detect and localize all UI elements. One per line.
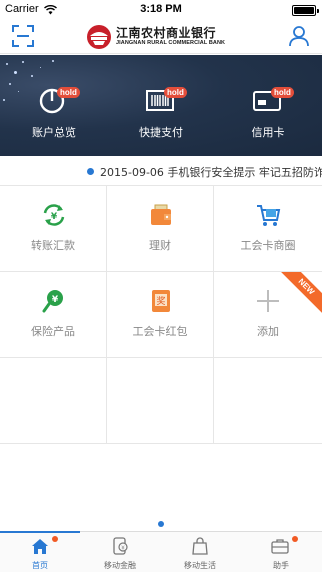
mobile-finance-icon: ¥ <box>113 537 128 555</box>
home-icon <box>32 539 48 554</box>
notice-bullet-icon <box>87 168 94 175</box>
page-indicator-dot[interactable] <box>158 521 164 527</box>
tab-label: 移动生活 <box>184 561 216 570</box>
notification-dot <box>292 536 298 542</box>
grid-item-label: 添加 <box>257 325 279 338</box>
svg-text:¥: ¥ <box>121 546 125 552</box>
grid-item-empty <box>0 358 107 444</box>
plus-icon <box>257 290 279 312</box>
banner-item-quick-pay[interactable]: hold 快捷支付 <box>107 55 215 156</box>
transfer-icon: ¥ <box>43 204 65 226</box>
notification-dot <box>52 536 58 542</box>
quick-actions-banner: hold 账户总览 hold 快捷支付 hold 信用卡 <box>0 55 322 156</box>
grid-item-add[interactable]: NEW 添加 <box>214 272 322 358</box>
briefcase-icon <box>271 539 289 554</box>
banner-item-label: 账户总览 <box>32 126 76 139</box>
hold-badge: hold <box>164 87 187 98</box>
svg-text:¥: ¥ <box>52 295 59 305</box>
tab-label: 首页 <box>32 561 48 570</box>
battery-icon <box>292 5 319 16</box>
grid-item-label: 理财 <box>149 239 171 252</box>
notice-text[interactable]: 2015-09-06 手机银行安全提示 牢记五招防诈 <box>100 164 322 180</box>
header-bar: 江南农村商业银行 JIANGNAN RURAL COMMERCIAL BANK <box>0 20 322 54</box>
grid-item-wealth[interactable]: 理财 <box>107 186 214 272</box>
hold-badge: hold <box>271 87 294 98</box>
tab-mobile-finance[interactable]: ¥ 移动金融 <box>80 532 160 572</box>
banner-item-credit-card[interactable]: hold 信用卡 <box>214 55 322 156</box>
tab-label: 移动金融 <box>104 561 136 570</box>
svg-text:¥: ¥ <box>51 212 58 222</box>
grid-item-label: 工会卡商圈 <box>240 239 296 252</box>
function-grid: ¥ 转账汇款 理财 工会卡商圈 ¥ 保险产品 奖 工会卡红包 NEW 添加 <box>0 186 322 531</box>
bank-logo-mark-icon <box>87 25 111 49</box>
banner-item-label: 信用卡 <box>251 126 285 139</box>
insurance-icon: ¥ <box>42 290 63 313</box>
banner-item-account-overview[interactable]: hold 账户总览 <box>0 55 108 156</box>
grid-item-label: 保险产品 <box>31 325 75 338</box>
shopping-bag-icon <box>192 537 208 555</box>
grid-item-label: 转账汇款 <box>31 239 75 252</box>
bank-logo: 江南农村商业银行 JIANGNAN RURAL COMMERCIAL BANK <box>86 24 225 50</box>
grid-item-empty <box>214 358 322 444</box>
grid-item-insurance[interactable]: ¥ 保险产品 <box>0 272 107 358</box>
wallet-icon <box>151 204 171 225</box>
tab-home[interactable]: 首页 <box>0 532 80 572</box>
user-icon[interactable] <box>288 25 310 47</box>
red-envelope-icon: 奖 <box>152 290 170 312</box>
grid-item-transfer[interactable]: ¥ 转账汇款 <box>0 186 107 272</box>
hold-badge: hold <box>57 87 80 98</box>
tab-label: 助手 <box>273 561 289 570</box>
grid-item-union-card-mall[interactable]: 工会卡商圈 <box>214 186 322 272</box>
grid-item-empty <box>107 358 214 444</box>
tab-mobile-life[interactable]: 移动生活 <box>160 532 240 572</box>
tab-bar: 首页 ¥ 移动金融 移动生活 助手 <box>0 531 322 572</box>
status-bar: Carrier 3:18 PM <box>0 0 322 20</box>
banner-item-label: 快捷支付 <box>139 126 183 139</box>
scan-icon[interactable] <box>12 25 34 47</box>
grid-item-label: 工会卡红包 <box>132 325 188 338</box>
tab-assistant[interactable]: 助手 <box>240 532 322 572</box>
grid-item-union-card-red-envelope[interactable]: 奖 工会卡红包 <box>107 272 214 358</box>
new-ribbon: NEW <box>275 272 322 318</box>
shopping-cart-icon <box>257 205 281 226</box>
clock: 3:18 PM <box>140 3 182 15</box>
notice-ticker[interactable]: 2015-09-06 手机银行安全提示 牢记五招防诈 <box>0 156 322 186</box>
svg-text:奖: 奖 <box>156 295 165 307</box>
bank-name-en: JIANGNAN RURAL COMMERCIAL BANK <box>116 40 226 47</box>
bank-name-cn: 江南农村商业银行 <box>116 26 217 41</box>
